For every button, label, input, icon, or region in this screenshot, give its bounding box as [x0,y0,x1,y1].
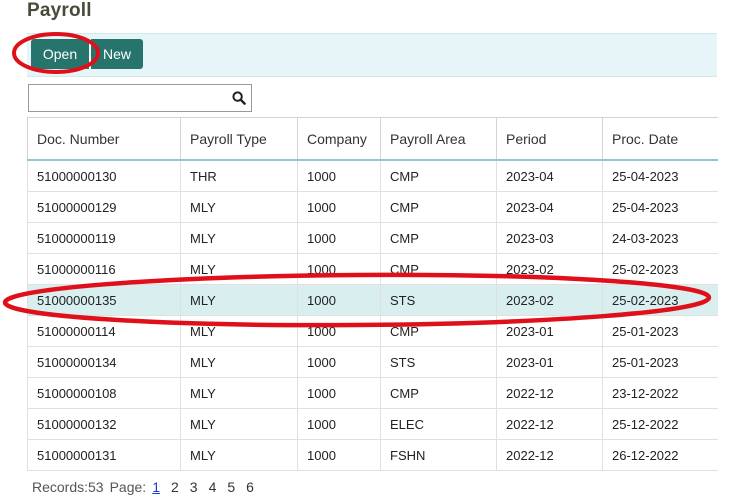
cell-company: 1000 [297,315,381,347]
cell-company: 1000 [297,160,381,192]
table-row[interactable]: 51000000108 MLY 1000 CMP 2022-12 23-12-2022 [27,377,718,409]
cell-payroll-area: CMP [380,377,497,409]
cell-proc-date: 25-01-2023 [602,346,718,378]
page-link-6[interactable]: 6 [246,479,254,495]
open-button[interactable]: Open [31,39,89,69]
table-row[interactable]: 51000000129 MLY 1000 CMP 2023-04 25-04-2023 [27,191,718,223]
cell-company: 1000 [297,377,381,409]
page-link-4[interactable]: 4 [209,479,217,495]
table-row[interactable]: 51000000135 MLY 1000 STS 2023-02 25-02-2023 [27,284,718,316]
cell-proc-date: 25-12-2022 [602,408,718,440]
cell-period: 2022-12 [496,439,603,471]
cell-doc-number: 51000000116 [27,253,181,285]
table-row[interactable]: 51000000134 MLY 1000 STS 2023-01 25-01-2023 [27,346,718,378]
cell-doc-number: 51000000134 [27,346,181,378]
table-row[interactable]: 51000000132 MLY 1000 ELEC 2022-12 25-12-2022 [27,408,718,440]
column-header-payroll-area[interactable]: Payroll Area [380,117,497,161]
cell-period: 2022-12 [496,377,603,409]
new-button[interactable]: New [91,39,143,69]
cell-period: 2023-01 [496,346,603,378]
cell-payroll-area: STS [380,284,497,316]
cell-payroll-type: MLY [180,253,298,285]
pagination-footer: Records:53 Page: 123456 [32,479,265,495]
page-link-5[interactable]: 5 [227,479,235,495]
cell-period: 2023-01 [496,315,603,347]
cell-payroll-type: MLY [180,284,298,316]
cell-payroll-area: FSHN [380,439,497,471]
search-input[interactable] [29,85,224,111]
column-header-payroll-type[interactable]: Payroll Type [180,117,298,161]
page-link-3[interactable]: 3 [190,479,198,495]
cell-period: 2023-04 [496,160,603,192]
cell-doc-number: 51000000130 [27,160,181,192]
table-row[interactable]: 51000000114 MLY 1000 CMP 2023-01 25-01-2023 [27,315,718,347]
table-row[interactable]: 51000000130 THR 1000 CMP 2023-04 25-04-2023 [27,160,718,192]
cell-doc-number: 51000000132 [27,408,181,440]
table-row[interactable]: 51000000116 MLY 1000 CMP 2023-02 25-02-2023 [27,253,718,285]
cell-company: 1000 [297,253,381,285]
cell-payroll-area: CMP [380,191,497,223]
page-link-1[interactable]: 1 [152,479,160,495]
cell-company: 1000 [297,346,381,378]
cell-payroll-type: MLY [180,439,298,471]
cell-proc-date: 23-12-2022 [602,377,718,409]
page-links: 123456 [152,479,265,495]
cell-period: 2023-03 [496,222,603,254]
cell-payroll-area: CMP [380,253,497,285]
cell-period: 2023-02 [496,253,603,285]
cell-doc-number: 51000000114 [27,315,181,347]
table-header-row: Doc. Number Payroll Type Company Payroll… [27,117,718,161]
cell-payroll-area: CMP [380,222,497,254]
cell-proc-date: 25-02-2023 [602,284,718,316]
cell-doc-number: 51000000135 [27,284,181,316]
records-count: Records:53 [32,479,104,495]
cell-payroll-type: MLY [180,377,298,409]
toolbar: Open New [27,33,717,77]
cell-proc-date: 26-12-2022 [602,439,718,471]
cell-proc-date: 25-04-2023 [602,160,718,192]
cell-period: 2023-04 [496,191,603,223]
cell-proc-date: 25-01-2023 [602,315,718,347]
search-box [28,84,252,112]
cell-doc-number: 51000000131 [27,439,181,471]
cell-proc-date: 25-04-2023 [602,191,718,223]
cell-company: 1000 [297,408,381,440]
cell-payroll-area: CMP [380,160,497,192]
cell-doc-number: 51000000119 [27,222,181,254]
cell-company: 1000 [297,191,381,223]
page-title: Payroll [27,0,92,21]
cell-payroll-type: MLY [180,191,298,223]
cell-payroll-type: THR [180,160,298,192]
payroll-table: Doc. Number Payroll Type Company Payroll… [27,117,718,471]
column-header-period[interactable]: Period [496,117,603,161]
cell-payroll-type: MLY [180,222,298,254]
cell-doc-number: 51000000108 [27,377,181,409]
column-header-proc-date[interactable]: Proc. Date [602,117,718,161]
cell-period: 2022-12 [496,408,603,440]
cell-payroll-area: STS [380,346,497,378]
column-header-doc-number[interactable]: Doc. Number [27,117,181,161]
cell-doc-number: 51000000129 [27,191,181,223]
cell-payroll-type: MLY [180,408,298,440]
cell-payroll-area: ELEC [380,408,497,440]
search-icon[interactable] [232,91,246,105]
cell-proc-date: 25-02-2023 [602,253,718,285]
cell-company: 1000 [297,222,381,254]
cell-proc-date: 24-03-2023 [602,222,718,254]
cell-period: 2023-02 [496,284,603,316]
cell-payroll-type: MLY [180,346,298,378]
column-header-company[interactable]: Company [297,117,381,161]
cell-company: 1000 [297,439,381,471]
table-row[interactable]: 51000000131 MLY 1000 FSHN 2022-12 26-12-2022 [27,439,718,471]
cell-payroll-type: MLY [180,315,298,347]
page-label: Page: [109,479,147,495]
table-row[interactable]: 51000000119 MLY 1000 CMP 2023-03 24-03-2023 [27,222,718,254]
cell-company: 1000 [297,284,381,316]
cell-payroll-area: CMP [380,315,497,347]
page-link-2[interactable]: 2 [171,479,179,495]
